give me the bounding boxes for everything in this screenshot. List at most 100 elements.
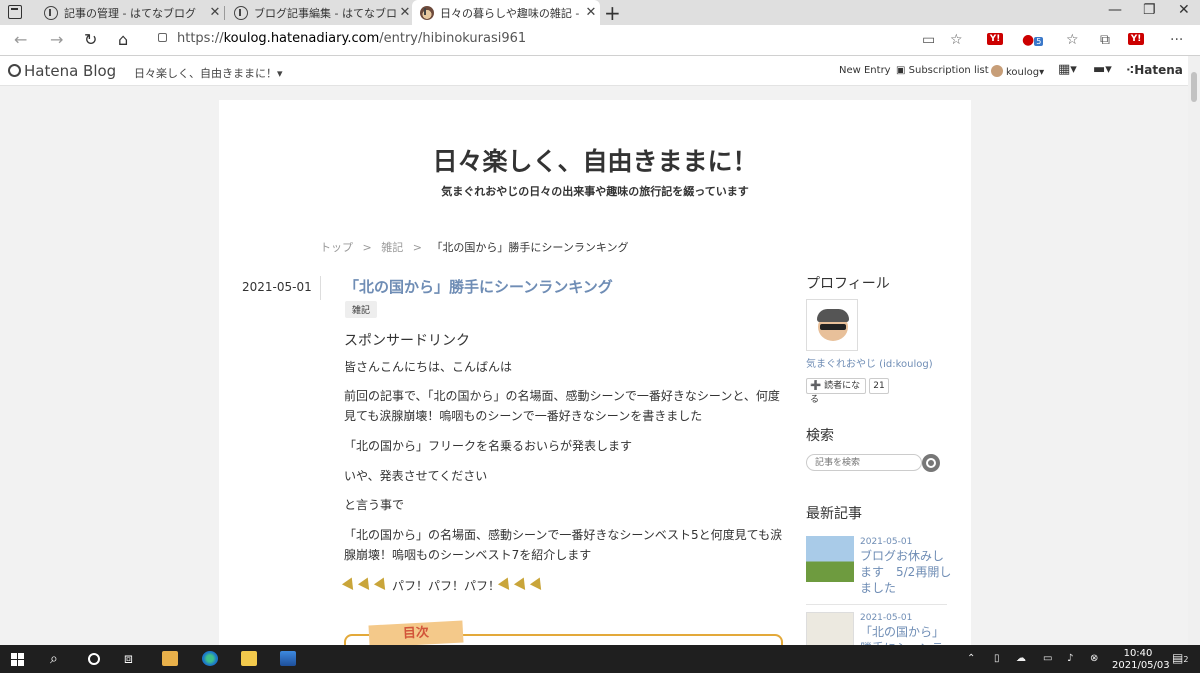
read-aloud-icon[interactable]: ▭ bbox=[922, 32, 935, 48]
user-avatar-icon bbox=[991, 65, 1003, 77]
network-icon[interactable]: ⊗ bbox=[1090, 653, 1098, 664]
more-menu-icon[interactable]: ··· bbox=[1170, 32, 1183, 48]
reader-count[interactable]: 21 bbox=[869, 378, 889, 394]
yahoo-extension-icon[interactable]: Y! bbox=[987, 33, 1003, 45]
close-tab-icon[interactable]: ✕ bbox=[582, 5, 600, 20]
party-popper-icon bbox=[513, 577, 531, 594]
blog-title[interactable]: 日々楽しく、自由きままに！ bbox=[219, 142, 971, 178]
new-tab-icon[interactable]: + bbox=[604, 1, 621, 25]
browser-tab-1[interactable]: 記事の管理 - はてなブログ ✕ bbox=[36, 0, 224, 25]
profile-name[interactable]: 気まぐれおやじ (id:koulog) bbox=[806, 355, 933, 370]
home-icon[interactable]: ⌂ bbox=[118, 30, 128, 49]
blog-page: 日々楽しく、自由きままに！ 気まぐれおやじの日々の出来事や趣味の旅行記を綴ってい… bbox=[219, 100, 971, 645]
window-menu-icon[interactable] bbox=[8, 5, 22, 19]
apps-grid-icon[interactable]: ▦▾ bbox=[1058, 62, 1077, 77]
refresh-icon[interactable]: ↻ bbox=[84, 30, 97, 49]
hatena-favicon-icon bbox=[234, 5, 248, 20]
entry-paragraph: 「北の国から」の名場面、感動シーンで一番好きなシーンベスト5と何度見ても涙腺崩壊… bbox=[344, 528, 783, 562]
entry-title[interactable]: 「北の国から」勝手にシーンランキング bbox=[344, 276, 613, 297]
forward-icon[interactable]: → bbox=[50, 30, 63, 49]
task-view-icon[interactable]: ⧈ bbox=[124, 651, 133, 667]
tab-title: ブログ記事編集 - はてなブログ bbox=[254, 6, 396, 20]
toc-label: 目次 bbox=[368, 620, 464, 645]
system-clock[interactable]: 10:40 2021/05/03 bbox=[1112, 648, 1170, 672]
sponsored-link-heading: スポンサードリンク bbox=[344, 333, 470, 349]
edge-browser-icon[interactable] bbox=[202, 651, 218, 666]
recent-entry-date: 2021-05-01 bbox=[860, 613, 913, 623]
entry-paragraph: 前回の記事で、「北の国から」の名場面、感動シーンで一番好きなシーンと、何度見ても… bbox=[344, 389, 780, 423]
party-popper-icon bbox=[497, 577, 515, 594]
recent-entry-thumbnail[interactable] bbox=[806, 536, 854, 582]
search-icon[interactable]: ⌕ bbox=[50, 651, 58, 667]
entry-paragraph: 「北の国から」フリークを名乗るおいらが発表します bbox=[344, 439, 633, 453]
search-input[interactable] bbox=[806, 454, 922, 471]
windows-start-icon[interactable] bbox=[11, 653, 24, 666]
hatena-blog-logo[interactable]: Hatena Blog bbox=[8, 62, 116, 80]
recent-entry-date: 2021-05-01 bbox=[860, 537, 913, 547]
tab-title: 日々の暮らしや趣味の雑記 - 日々の bbox=[440, 6, 582, 20]
recent-entry-title[interactable]: 「北の国から」勝手にシーンランキング bbox=[860, 624, 952, 645]
search-heading: 検索 bbox=[806, 428, 834, 444]
recent-entry-thumbnail[interactable] bbox=[806, 612, 854, 645]
hatena-header: Hatena Blog 日々楽しく、自由きままに！▾ New Entry ▣ S… bbox=[0, 56, 1200, 86]
avatar-favicon-icon bbox=[420, 5, 434, 20]
profile-avatar[interactable] bbox=[806, 299, 858, 351]
new-entry-link[interactable]: New Entry bbox=[839, 65, 891, 76]
windows-taskbar: ⌕ ⧈ ⌃ ▯ ☁ ▭ ♪ ⊗ 10:40 2021/05/03 ▤2 bbox=[0, 645, 1200, 673]
extension-badge: 5 bbox=[1034, 37, 1044, 46]
blog-description: 気まぐれおやじの日々の出来事や趣味の旅行記を綴っています bbox=[441, 185, 749, 198]
extension-icon[interactable]: ● 5 bbox=[1022, 32, 1044, 48]
notifications-icon[interactable]: ▬▾ bbox=[1093, 62, 1112, 77]
cortana-icon[interactable] bbox=[88, 653, 100, 665]
page-scrollbar[interactable] bbox=[1188, 56, 1200, 645]
back-icon[interactable]: ← bbox=[14, 30, 27, 49]
url-path: /entry/hibinokurasi961 bbox=[379, 31, 527, 46]
entry-date[interactable]: 2021-05-01 bbox=[242, 280, 312, 294]
hatena-logo-icon bbox=[8, 64, 21, 77]
hatena-link[interactable]: ⁖Hatena bbox=[1126, 63, 1183, 77]
scrollbar-thumb[interactable] bbox=[1191, 72, 1197, 102]
favorites-icon[interactable]: ☆ bbox=[1066, 32, 1079, 48]
browser-tab-bar: 記事の管理 - はてなブログ ✕ ブログ記事編集 - はてなブログ ✕ 日々の暮… bbox=[0, 0, 1200, 25]
party-popper-icon bbox=[341, 577, 359, 594]
media-player-icon[interactable] bbox=[162, 651, 178, 666]
yahoo-icon[interactable]: Y! bbox=[1128, 33, 1144, 45]
browser-tab-2[interactable]: ブログ記事編集 - はてなブログ ✕ bbox=[226, 0, 414, 25]
hatena-label: Hatena bbox=[1134, 63, 1183, 77]
recent-divider bbox=[806, 604, 947, 605]
user-menu[interactable]: koulog▾ bbox=[991, 65, 1044, 78]
notification-center-icon[interactable]: ▤2 bbox=[1172, 651, 1188, 665]
breadcrumb-top[interactable]: トップ bbox=[320, 241, 353, 254]
recent-entry-title[interactable]: ブログお休みします 5/2再開しました bbox=[860, 548, 952, 596]
file-explorer-icon[interactable] bbox=[241, 651, 257, 666]
minimize-icon[interactable]: — bbox=[1108, 2, 1122, 18]
search-icon[interactable] bbox=[922, 454, 940, 472]
user-name: koulog▾ bbox=[1006, 67, 1045, 78]
close-window-icon[interactable]: ✕ bbox=[1178, 2, 1190, 18]
url-prefix: https:// bbox=[177, 31, 224, 46]
url-field[interactable]: https://koulog.hatenadiary.com/entry/hib… bbox=[158, 31, 526, 46]
tray-expand-icon[interactable]: ⌃ bbox=[967, 653, 975, 664]
restore-icon[interactable]: ❐ bbox=[1143, 2, 1156, 18]
close-tab-icon[interactable]: ✕ bbox=[206, 5, 224, 20]
subscribe-button[interactable]: ➕ 読者になる bbox=[806, 378, 866, 405]
volume-icon[interactable]: ♪ bbox=[1067, 653, 1073, 664]
party-line: パフ！パフ！パフ！ bbox=[341, 577, 548, 594]
entry-category-tag[interactable]: 雑記 bbox=[345, 301, 378, 318]
photos-icon[interactable] bbox=[280, 651, 296, 666]
battery-icon[interactable]: ▭ bbox=[1043, 653, 1052, 664]
party-popper-icon bbox=[529, 577, 547, 594]
blog-switcher[interactable]: 日々楽しく、自由きままに！▾ bbox=[134, 65, 283, 81]
device-icon[interactable]: ▯ bbox=[994, 653, 1000, 664]
breadcrumb-category[interactable]: 雑記 bbox=[381, 241, 403, 254]
entry-paragraph: いや、発表させてください bbox=[344, 469, 488, 483]
url-host: koulog.hatenadiary.com bbox=[223, 31, 380, 46]
onedrive-icon[interactable]: ☁ bbox=[1016, 653, 1026, 664]
subscription-list-link[interactable]: ▣ Subscription list bbox=[896, 65, 989, 76]
breadcrumb-separator: > bbox=[412, 241, 422, 254]
breadcrumb-separator: > bbox=[362, 241, 372, 254]
collections-icon[interactable]: ⧉ bbox=[1100, 32, 1110, 48]
favorite-star-icon[interactable]: ☆ bbox=[950, 32, 963, 48]
browser-tab-active[interactable]: 日々の暮らしや趣味の雑記 - 日々の ✕ bbox=[412, 0, 600, 25]
party-popper-icon bbox=[357, 577, 375, 594]
